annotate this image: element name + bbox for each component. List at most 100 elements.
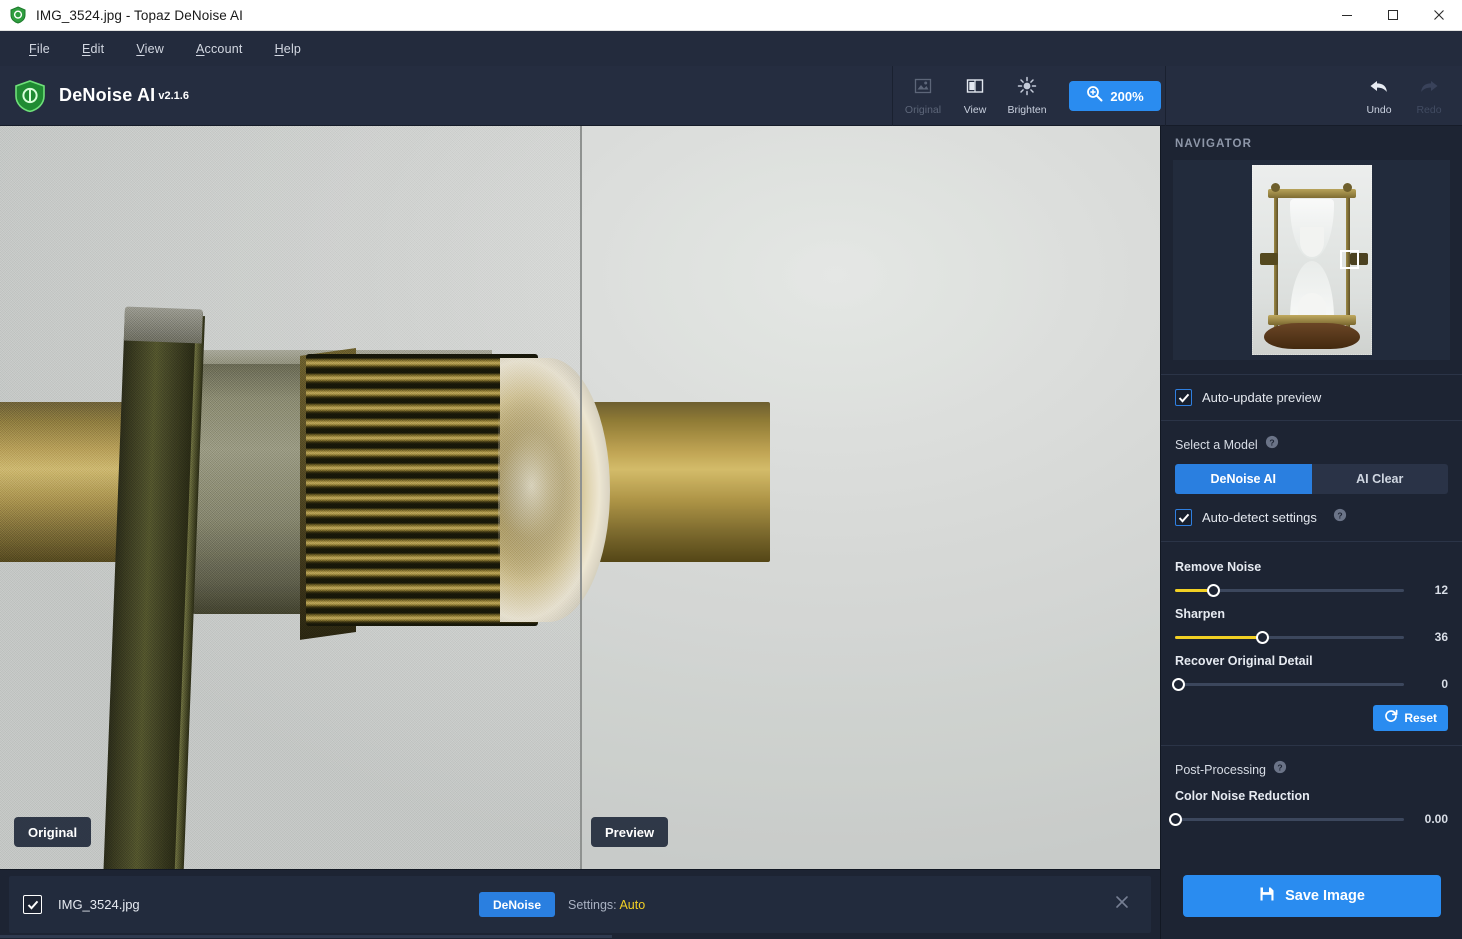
close-icon[interactable] [1416,0,1462,31]
recover-detail-handle[interactable] [1171,677,1185,691]
remove-noise-track[interactable] [1175,583,1404,597]
color-noise-reduction-handle[interactable] [1168,812,1182,826]
model-option-denoise-ai[interactable]: DeNoise AI [1175,464,1312,494]
model-sliders: Remove Noise 12 Sharpen 36 Recover Origi… [1161,542,1462,745]
zoom-level-label: 200% [1110,88,1144,104]
minimize-icon[interactable] [1324,0,1370,31]
auto-update-preview-label: Auto-update preview [1202,390,1322,405]
split-view-icon [965,76,985,101]
redo-button[interactable]: Redo [1404,70,1454,122]
denoise-logo-icon [13,79,47,113]
preview-pane[interactable] [580,126,1160,869]
original-badge[interactable]: Original [14,817,92,847]
sharpen-handle[interactable] [1255,630,1269,644]
image-compare-icon [913,76,933,101]
help-circle-icon[interactable]: ? [1333,508,1347,527]
navigator-viewport-rect[interactable] [1339,250,1359,269]
knob-cap-highlight [498,378,580,602]
auto-update-preview-row[interactable]: Auto-update preview [1161,375,1462,420]
title-bar: IMG_3524.jpg - Topaz DeNoise AI [0,0,1462,31]
model-segmented-control[interactable]: DeNoise AI AI Clear [1175,464,1448,494]
filmstrip-scrollbar[interactable] [0,935,612,938]
reset-row: Reset [1175,705,1448,731]
close-icon [1115,895,1129,914]
recover-detail-slider-row[interactable]: 0 [1171,677,1448,691]
brighten-tool-label: Brighten [1007,104,1047,116]
preview-badge-label: Preview [605,824,655,840]
sharpen-value: 36 [1434,630,1448,644]
post-processing-label: Post-Processing [1175,762,1267,777]
color-noise-reduction-block: Color Noise Reduction 0.00 [1168,789,1448,826]
zoom-in-icon [1086,85,1103,107]
remove-noise-handle[interactable] [1207,583,1221,597]
navigator-thumbnail[interactable] [1251,165,1372,355]
undo-button[interactable]: Undo [1354,70,1404,122]
menu-edit-label: dit [90,41,105,56]
help-circle-icon[interactable]: ? [1273,760,1287,779]
sharpen-slider-row[interactable]: 36 [1175,630,1448,644]
denoise-button-label: DeNoise [493,897,542,912]
remove-file-button[interactable] [1111,894,1133,916]
brighten-tool-button[interactable]: Brighten [1001,70,1053,122]
auto-detect-settings-row[interactable]: Auto-detect settings ? [1161,494,1462,541]
settings-status: Settings: Auto [568,898,645,912]
svg-text:?: ? [1337,510,1342,520]
svg-text:?: ? [1277,762,1282,772]
save-disk-icon [1259,886,1275,907]
menu-file[interactable]: File [13,37,66,61]
select-model-section: Select a Model ? DeNoise AI AI Clear [1161,421,1462,494]
denoise-button[interactable]: DeNoise [479,892,556,917]
help-circle-icon[interactable]: ? [1265,435,1279,454]
color-noise-reduction-row[interactable]: 0.00 [1168,812,1448,826]
auto-detect-settings-checkbox[interactable] [1175,509,1192,526]
remove-noise-label: Remove Noise [1175,560,1262,574]
original-pane[interactable] [0,126,580,869]
preview-photo [580,126,1160,869]
menu-view[interactable]: View [120,37,180,61]
zoom-level-button[interactable]: 200% [1069,81,1161,111]
menu-account[interactable]: Account [180,37,259,61]
remove-noise-slider-block: Remove Noise 12 [1175,560,1448,597]
model-option-ai-clear[interactable]: AI Clear [1311,464,1448,494]
denoise-ai-window: IMG_3524.jpg - Topaz DeNoise AI File Edi… [0,0,1462,939]
settings-prefix: Settings: [568,897,617,912]
undo-label: Undo [1366,103,1392,116]
image-viewer[interactable]: Original Preview [0,126,1160,869]
original-tool-button[interactable]: Original [897,70,949,122]
undo-arrow-icon [1368,77,1390,102]
preview-badge[interactable]: Preview [591,817,669,847]
sharpen-track[interactable] [1175,630,1404,644]
color-noise-reduction-value: 0.00 [1424,812,1448,826]
color-noise-reduction-label: Color Noise Reduction [1175,789,1310,803]
post-processing-section: Post-Processing ? Color Noise Reduction … [1161,746,1462,826]
menu-help[interactable]: Help [259,37,318,61]
recover-detail-slider-block: Recover Original Detail 0 [1171,654,1448,691]
color-noise-reduction-track[interactable] [1168,812,1404,826]
filmstrip-scroll-area[interactable] [0,935,1160,939]
maximize-icon[interactable] [1370,0,1416,31]
recover-detail-value: 0 [1441,677,1448,691]
settings-panel: NAVIGATOR Auto-update preview Select a M… [1160,126,1462,939]
auto-update-preview-checkbox[interactable] [1175,389,1192,406]
file-checkbox[interactable] [23,895,42,914]
window-title: IMG_3524.jpg - Topaz DeNoise AI [36,7,243,23]
redo-label: Redo [1416,103,1442,116]
file-row[interactable]: IMG_3524.jpg DeNoise Settings: Auto [9,876,1151,933]
menu-edit[interactable]: Edit [66,37,120,61]
split-divider-handle[interactable] [580,126,582,869]
view-tool-button[interactable]: View [949,70,1001,122]
recover-detail-track[interactable] [1171,677,1404,691]
select-model-label: Select a Model [1175,437,1258,452]
auto-detect-settings-label: Auto-detect settings [1202,510,1317,525]
sharpen-slider-block: Sharpen 36 [1175,607,1448,644]
save-image-area: Save Image [1161,861,1462,939]
remove-noise-slider-row[interactable]: 12 [1175,583,1448,597]
reset-button[interactable]: Reset [1373,705,1448,731]
svg-text:?: ? [1269,437,1274,447]
save-image-button[interactable]: Save Image [1183,875,1441,917]
sharpen-fill [1175,635,1263,639]
original-tool-label: Original [904,104,942,116]
select-model-header: Select a Model ? [1175,435,1448,454]
history-tool-group: Undo Redo [1354,66,1454,126]
navigator-box[interactable] [1173,160,1450,360]
